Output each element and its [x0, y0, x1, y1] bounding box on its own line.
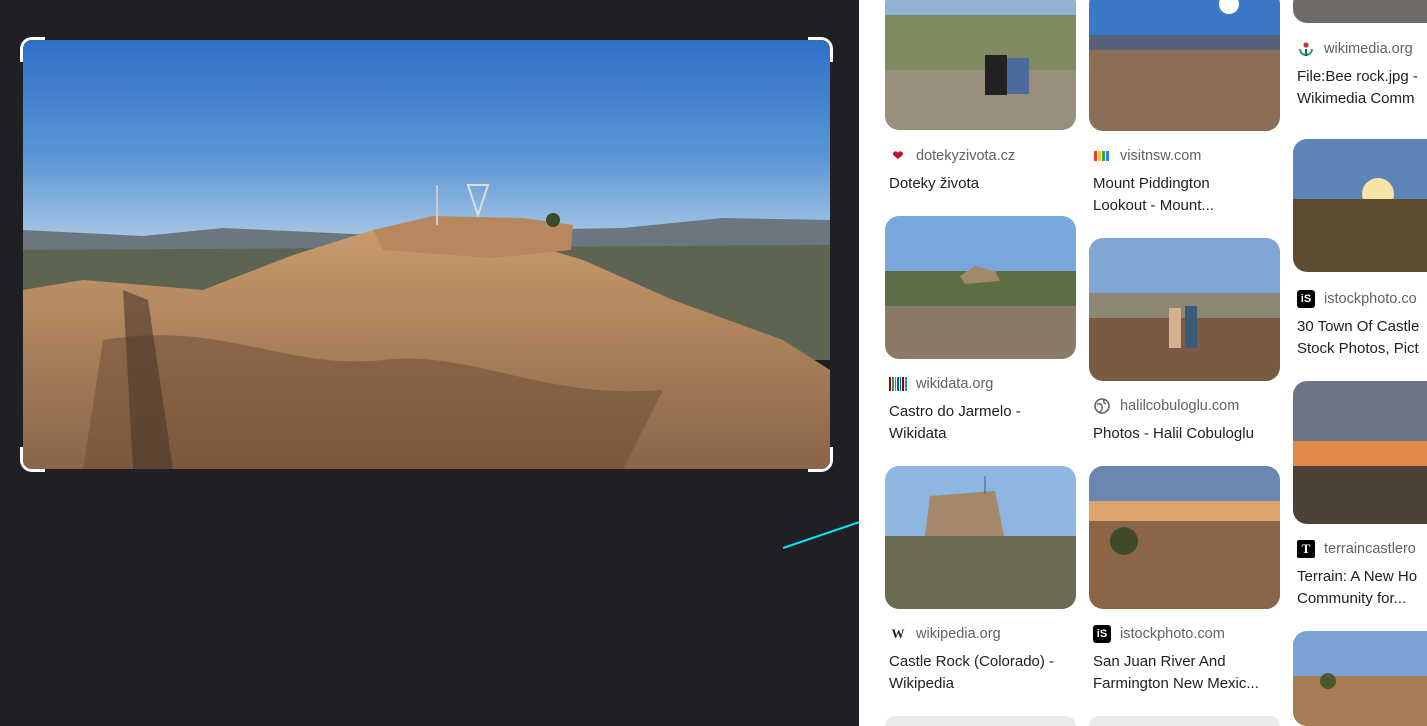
- result-thumbnail[interactable]: [885, 466, 1076, 609]
- result-title-line2[interactable]: Lookout - Mount...: [1093, 195, 1283, 217]
- result-source[interactable]: T terraincastlero: [1297, 539, 1416, 559]
- result-thumbnail[interactable]: [1293, 139, 1427, 272]
- crop-handle-bottom-left[interactable]: [20, 447, 45, 472]
- result-thumbnail[interactable]: [1089, 716, 1280, 726]
- result-title[interactable]: Photos - Halil Cobuloglu: [1093, 423, 1283, 445]
- result-title[interactable]: Terrain: A New Ho: [1297, 566, 1427, 588]
- result-thumbnail[interactable]: [1293, 631, 1427, 726]
- istock-logo-icon: iS: [1093, 625, 1111, 643]
- crop-handle-top-left[interactable]: [20, 37, 45, 62]
- selected-image: [23, 40, 830, 469]
- crop-handle-bottom-right[interactable]: [808, 447, 833, 472]
- wikidata-logo-icon: [889, 375, 907, 393]
- result-title[interactable]: Mount Piddington: [1093, 173, 1283, 195]
- result-source[interactable]: wikidata.org: [889, 374, 993, 394]
- image-preview-pane: [0, 0, 859, 726]
- result-source[interactable]: wikimedia.org: [1297, 39, 1413, 59]
- result-source[interactable]: visitnsw.com: [1093, 146, 1201, 166]
- istock-logo-icon: iS: [1297, 290, 1315, 308]
- globe-icon: [1093, 397, 1111, 415]
- result-title-line2[interactable]: Stock Photos, Pict: [1297, 338, 1427, 360]
- result-source[interactable]: ❤ dotekyzivota.cz: [889, 146, 1016, 166]
- selected-image-region[interactable]: [20, 37, 833, 472]
- result-title-line2[interactable]: Wikimedia Comm: [1297, 88, 1427, 110]
- result-title[interactable]: File:Bee rock.jpg -: [1297, 66, 1427, 88]
- result-title-line2[interactable]: Wikidata: [889, 423, 1079, 445]
- result-thumbnail[interactable]: [1089, 0, 1280, 131]
- wikipedia-logo-icon: W: [891, 626, 905, 641]
- result-title[interactable]: 30 Town Of Castle: [1297, 316, 1427, 338]
- result-thumbnail[interactable]: [885, 216, 1076, 359]
- result-title[interactable]: Doteky života: [889, 173, 1079, 195]
- result-title-line2[interactable]: Community for...: [1297, 588, 1427, 610]
- result-thumbnail[interactable]: [1293, 381, 1427, 524]
- result-title-line2[interactable]: Wikipedia: [889, 673, 1079, 695]
- result-source[interactable]: halilcobuloglu.com: [1093, 396, 1239, 416]
- result-title[interactable]: Castro do Jarmelo -: [889, 401, 1079, 423]
- result-source[interactable]: iS istockphoto.co: [1297, 289, 1417, 309]
- result-title[interactable]: Castle Rock (Colorado) -: [889, 651, 1079, 673]
- result-title-line2[interactable]: Farmington New Mexic...: [1093, 673, 1283, 695]
- terrain-logo-icon: T: [1297, 540, 1315, 558]
- result-thumbnail[interactable]: [885, 0, 1076, 130]
- result-title[interactable]: San Juan River And: [1093, 651, 1283, 673]
- heart-logo-icon: ❤: [892, 148, 904, 163]
- nsw-logo-icon: [1093, 147, 1111, 165]
- result-thumbnail[interactable]: [1089, 238, 1280, 381]
- crop-handle-top-right[interactable]: [808, 37, 833, 62]
- visual-matches-panel: ❤ dotekyzivota.cz Doteky života wikidata…: [859, 0, 1427, 726]
- result-thumbnail[interactable]: [1089, 466, 1280, 609]
- result-thumbnail[interactable]: [885, 716, 1076, 726]
- result-source[interactable]: W wikipedia.org: [889, 624, 1001, 644]
- result-source[interactable]: iS istockphoto.com: [1093, 624, 1225, 644]
- result-thumbnail[interactable]: [1293, 0, 1427, 23]
- wikimedia-logo-icon: [1297, 40, 1315, 58]
